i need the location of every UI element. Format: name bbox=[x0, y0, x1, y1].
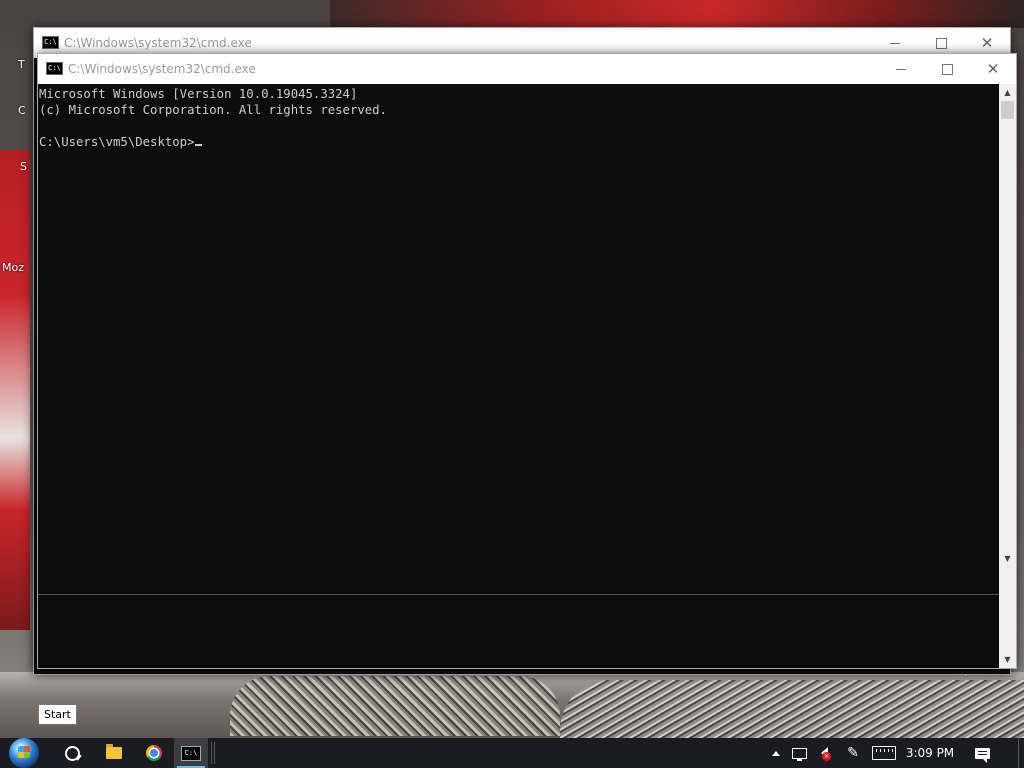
desktop-icon-label-fragment[interactable]: S bbox=[20, 160, 27, 173]
title-bar[interactable]: C:\ C:\Windows\system32\cmd.exe ✕ bbox=[38, 54, 1016, 84]
notification-icon bbox=[974, 747, 990, 763]
console-output[interactable]: Microsoft Windows [Version 10.0.19045.33… bbox=[38, 84, 999, 668]
windows-logo-icon bbox=[9, 738, 39, 768]
scroll-up-arrow-icon[interactable]: ▲ bbox=[999, 84, 1016, 101]
wallpaper-stones bbox=[230, 676, 560, 736]
maximize-icon bbox=[941, 63, 953, 75]
desktop-icon-label-fragment[interactable]: C bbox=[18, 104, 26, 117]
text-cursor bbox=[195, 144, 203, 146]
show-hidden-icons-button[interactable] bbox=[768, 738, 784, 768]
close-icon: ✕ bbox=[980, 34, 994, 52]
start-tooltip: Start bbox=[38, 704, 77, 725]
cmd-icon: C:\ bbox=[42, 36, 59, 49]
cmd-icon: C:\ bbox=[181, 745, 201, 761]
minimize-icon bbox=[890, 42, 900, 44]
wallpaper-red-left bbox=[0, 150, 30, 630]
minimize-button[interactable] bbox=[878, 54, 924, 84]
keyboard-icon bbox=[872, 746, 896, 760]
file-explorer-button[interactable] bbox=[98, 738, 130, 768]
search-button[interactable] bbox=[56, 738, 88, 768]
window-title: C:\Windows\system32\cmd.exe bbox=[68, 62, 256, 76]
cmd-taskbar-button[interactable]: C:\ bbox=[174, 738, 208, 768]
wallpaper-red-band bbox=[330, 0, 1024, 28]
console-line: (c) Microsoft Corporation. All rights re… bbox=[39, 103, 387, 117]
search-icon bbox=[64, 745, 80, 761]
cmd-icon: C:\ bbox=[46, 62, 63, 75]
console-divider bbox=[38, 594, 999, 595]
scroll-down-arrow-icon[interactable]: ▼ bbox=[999, 550, 1016, 567]
vertical-scrollbar[interactable]: ▲ ▼ ▼ bbox=[999, 84, 1016, 668]
pen-button[interactable]: ✎ bbox=[842, 738, 864, 768]
chevron-up-icon bbox=[772, 750, 780, 756]
maximize-icon bbox=[935, 37, 947, 49]
taskbar: C:\ × ✎ 3:09 PM bbox=[0, 738, 1024, 768]
network-icon bbox=[791, 747, 807, 761]
action-center-button[interactable] bbox=[970, 738, 994, 768]
chrome-icon bbox=[146, 745, 162, 761]
folder-icon bbox=[106, 744, 122, 759]
chrome-button[interactable] bbox=[138, 738, 170, 768]
show-desktop-button[interactable] bbox=[1018, 738, 1024, 768]
scrollbar-thumb[interactable] bbox=[1001, 101, 1014, 119]
start-button[interactable] bbox=[4, 738, 44, 768]
maximize-button[interactable] bbox=[924, 54, 970, 84]
touch-keyboard-button[interactable] bbox=[870, 738, 898, 768]
console-prompt[interactable]: C:\Users\vm5\Desktop> bbox=[39, 135, 194, 149]
close-button[interactable]: ✕ bbox=[970, 54, 1016, 84]
network-button[interactable] bbox=[788, 738, 810, 768]
pen-icon: ✎ bbox=[847, 745, 859, 761]
desktop-icon-label-fragment[interactable]: Moz bbox=[2, 261, 24, 274]
wallpaper-stones-right bbox=[560, 680, 1024, 738]
clock[interactable]: 3:09 PM bbox=[904, 738, 956, 768]
cmd-window[interactable]: C:\ C:\Windows\system32\cmd.exe ✕ Micros… bbox=[37, 53, 1017, 669]
console-line: Microsoft Windows [Version 10.0.19045.33… bbox=[39, 87, 358, 101]
minimize-icon bbox=[896, 68, 906, 70]
taskbar-separator bbox=[211, 742, 215, 764]
muted-x-icon: × bbox=[822, 752, 831, 761]
scroll-down-arrow-icon[interactable]: ▼ bbox=[999, 651, 1016, 668]
desktop-icon-label-fragment[interactable]: T bbox=[18, 58, 25, 71]
close-icon: ✕ bbox=[986, 60, 1000, 78]
